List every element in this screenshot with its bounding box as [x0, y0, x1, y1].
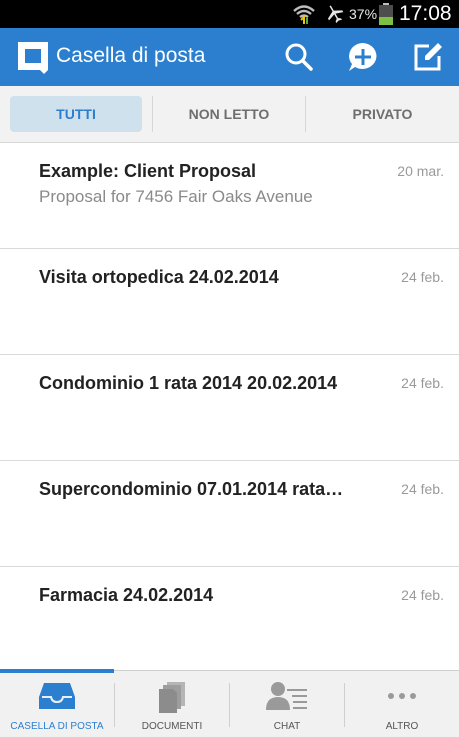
message-item[interactable]: Supercondominio 07.01.2014 rata… 24 feb.: [0, 461, 459, 567]
message-date: 24 feb.: [401, 375, 444, 391]
nav-chat[interactable]: CHAT: [230, 671, 344, 737]
message-date: 24 feb.: [401, 269, 444, 285]
nav-label: DOCUMENTI: [141, 721, 203, 732]
tab-tutti[interactable]: TUTTI: [10, 96, 142, 132]
nav-documenti[interactable]: DOCUMENTI: [115, 671, 229, 737]
nav-casella-di-posta[interactable]: CASELLA DI POSTA: [0, 671, 114, 737]
filter-tabs: TUTTI NON LETTO PRIVATO: [0, 86, 459, 143]
nav-label: CHAT: [273, 721, 301, 732]
compose-icon[interactable]: [411, 40, 445, 74]
inbox-tray-icon: [0, 681, 114, 716]
message-subject: Farmacia 24.02.2014: [39, 585, 214, 605]
tab-non-letto[interactable]: NON LETTO: [153, 96, 305, 132]
nav-label: CASELLA DI POSTA: [10, 721, 104, 732]
message-item[interactable]: Condominio 1 rata 2014 20.02.2014 24 feb…: [0, 355, 459, 461]
battery-percentage: 37%: [349, 6, 378, 22]
search-icon[interactable]: [282, 40, 316, 74]
bottom-navigation: CASELLA DI POSTA DOCUMENTI CHAT ALTRO: [0, 669, 459, 737]
message-preview: Proposal for 7456 Fair Oaks Avenue: [39, 187, 313, 206]
message-subject: Supercondominio 07.01.2014 rata…: [39, 479, 344, 499]
message-list: Example: Client Proposal Proposal for 74…: [0, 143, 459, 672]
message-item[interactable]: Farmacia 24.02.2014 24 feb.: [0, 567, 459, 672]
nav-altro[interactable]: ALTRO: [345, 671, 459, 737]
page-title: Casella di posta: [56, 44, 206, 67]
message-date: 24 feb.: [401, 587, 444, 603]
chat-contact-icon: [230, 681, 344, 716]
message-date: 24 feb.: [401, 481, 444, 497]
airplane-icon: [323, 4, 345, 29]
nav-label: ALTRO: [385, 721, 419, 732]
message-subject: Example: Client Proposal: [39, 161, 257, 181]
message-date: 20 mar.: [397, 163, 444, 179]
app-bar: Casella di posta: [0, 28, 459, 86]
more-dots-icon: [345, 681, 459, 716]
documents-icon: [115, 681, 229, 720]
app-logo-icon[interactable]: [16, 40, 50, 79]
add-chat-icon[interactable]: [346, 40, 380, 74]
status-bar: 37% 17:08: [0, 0, 459, 28]
battery-icon: [378, 3, 394, 30]
wifi-icon: [292, 3, 316, 30]
message-item[interactable]: Example: Client Proposal Proposal for 74…: [0, 143, 459, 249]
tab-privato[interactable]: PRIVATO: [306, 96, 459, 132]
message-subject: Condominio 1 rata 2014 20.02.2014: [39, 373, 338, 393]
message-subject: Visita ortopedica 24.02.2014: [39, 267, 279, 287]
status-clock: 17:08: [399, 2, 452, 25]
message-item[interactable]: Visita ortopedica 24.02.2014 24 feb.: [0, 249, 459, 355]
